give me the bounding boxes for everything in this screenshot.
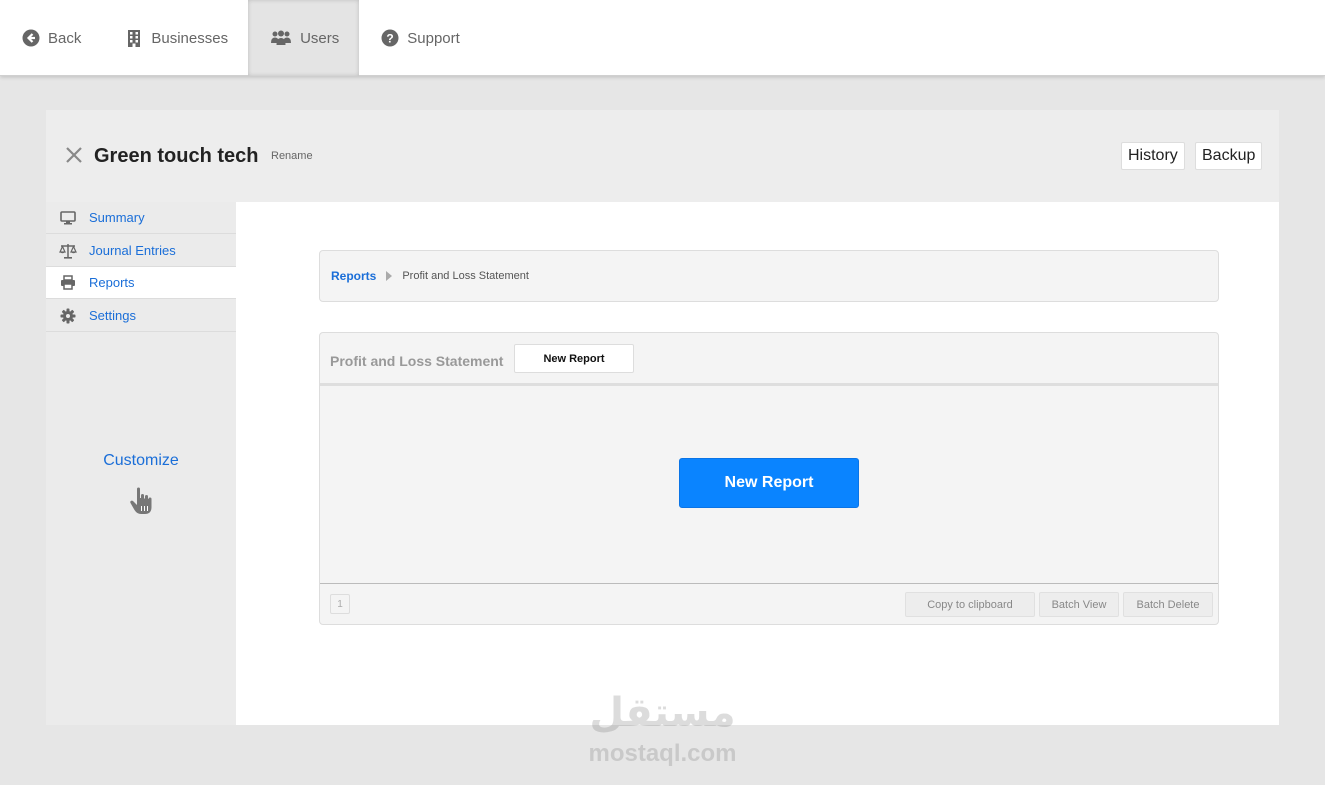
sidebar-item-label: Summary: [89, 210, 145, 225]
copy-to-clipboard-button[interactable]: Copy to clipboard: [905, 592, 1035, 617]
divider: [320, 383, 1218, 386]
nav-back[interactable]: Back: [0, 0, 103, 76]
nav-businesses[interactable]: Businesses: [103, 0, 248, 76]
monitor-icon: [59, 210, 77, 226]
svg-text:?: ?: [387, 32, 394, 46]
divider: [320, 583, 1218, 584]
report-panel: Profit and Loss Statement New Report New…: [319, 332, 1219, 625]
history-button[interactable]: History: [1121, 142, 1185, 170]
sidebar-item-summary[interactable]: Summary: [46, 202, 236, 234]
breadcrumb-current: Profit and Loss Statement: [402, 270, 529, 282]
new-report-button[interactable]: New Report: [514, 344, 634, 373]
panel-title: Profit and Loss Statement: [330, 353, 504, 369]
building-icon: [125, 29, 143, 47]
caret-right-icon: [386, 271, 393, 281]
nav-users-label: Users: [300, 29, 340, 47]
nav-support-label: Support: [407, 29, 460, 47]
sidebar-item-journal-entries[interactable]: Journal Entries: [46, 235, 236, 267]
sidebar-item-label: Journal Entries: [89, 243, 176, 258]
sidebar-item-label: Settings: [89, 308, 136, 323]
backup-button[interactable]: Backup: [1195, 142, 1263, 170]
breadcrumb-reports-link[interactable]: Reports: [331, 269, 376, 283]
rename-link[interactable]: Rename: [271, 150, 313, 162]
arrow-left-circle-icon: [22, 29, 40, 47]
sidebar: Summary Journal Entries Reports Settings…: [46, 202, 236, 725]
business-card: Green touch tech Rename History Backup S…: [46, 110, 1279, 725]
business-header: Green touch tech Rename History Backup: [46, 110, 1279, 202]
sidebar-item-reports[interactable]: Reports: [46, 267, 236, 299]
watermark-logo: مستقل mostaql.com: [570, 690, 755, 780]
balance-scale-icon: [59, 243, 77, 259]
question-circle-icon: ?: [381, 29, 399, 47]
nav-users[interactable]: Users: [248, 0, 360, 76]
batch-view-button[interactable]: Batch View: [1039, 592, 1119, 617]
new-report-primary-button[interactable]: New Report: [679, 458, 859, 508]
printer-icon: [59, 275, 77, 291]
watermark-latin: mostaql.com: [588, 740, 737, 767]
nav-back-label: Back: [48, 29, 82, 47]
users-icon: [270, 29, 292, 47]
page-number-button[interactable]: 1: [330, 594, 350, 614]
nav-support[interactable]: ? Support: [359, 0, 480, 76]
breadcrumb: Reports Profit and Loss Statement: [319, 250, 1219, 302]
sidebar-item-label: Reports: [89, 275, 135, 290]
customize-link[interactable]: Customize: [46, 452, 236, 470]
top-nav: Back Businesses Users ? Support: [0, 0, 1325, 76]
sidebar-item-settings[interactable]: Settings: [46, 300, 236, 332]
close-icon[interactable]: [65, 146, 83, 164]
batch-delete-button[interactable]: Batch Delete: [1123, 592, 1213, 617]
gear-icon: [59, 308, 77, 324]
business-title: Green touch tech: [94, 145, 259, 167]
hand-pointer-icon[interactable]: [129, 487, 153, 515]
watermark-arabic: مستقل: [589, 690, 736, 736]
nav-businesses-label: Businesses: [151, 29, 229, 47]
